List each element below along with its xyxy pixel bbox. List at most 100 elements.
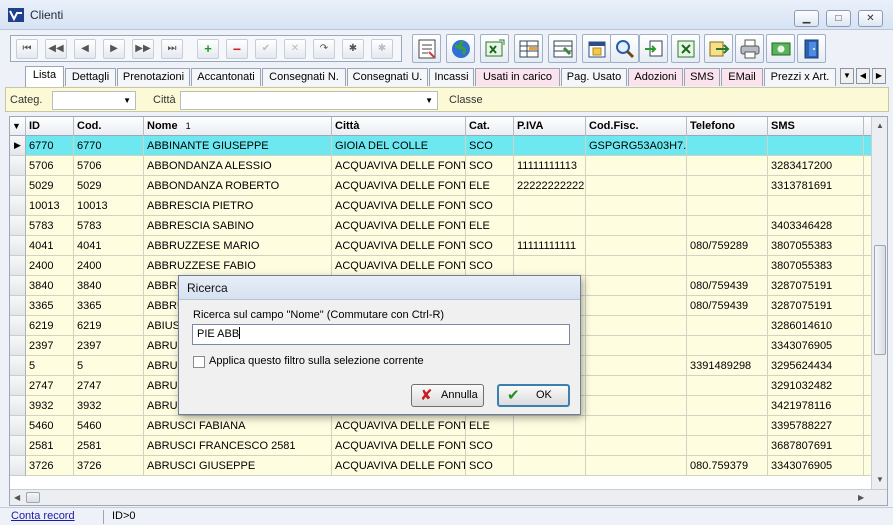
search-input[interactable]: PIE ABB bbox=[192, 324, 570, 345]
cell-telefono[interactable] bbox=[687, 316, 768, 336]
prev-page-button[interactable]: ◀◀ bbox=[45, 39, 67, 59]
cell-id[interactable]: 2581 bbox=[26, 436, 74, 456]
cell-codfisc[interactable]: GSPGRG53A03H7... bbox=[586, 136, 687, 156]
cell-codfisc[interactable] bbox=[586, 456, 687, 476]
cell-sms[interactable]: 3403346428 bbox=[768, 216, 864, 236]
cell-cat[interactable]: ELE bbox=[466, 216, 514, 236]
cell-telefono[interactable] bbox=[687, 416, 768, 436]
next-page-button[interactable]: ▶▶ bbox=[132, 39, 154, 59]
classe-field[interactable] bbox=[485, 91, 886, 110]
excel-export-button[interactable] bbox=[480, 34, 509, 63]
table-row[interactable]: 5706 5706 ABBONDANZA ALESSIO ACQUAVIVA DELL… bbox=[26, 156, 872, 176]
tab-email[interactable]: EMail bbox=[721, 68, 763, 86]
cell-citta[interactable]: ACQUAVIVA DELLE FONTI bbox=[332, 176, 466, 196]
tab-adozioni[interactable]: Adozioni bbox=[628, 68, 683, 86]
cell-id[interactable]: 5029 bbox=[26, 176, 74, 196]
cell-piva[interactable]: 11111111111 bbox=[514, 236, 586, 256]
cell-cat[interactable]: ELE bbox=[466, 176, 514, 196]
row-selector[interactable] bbox=[10, 356, 26, 376]
cell-piva[interactable] bbox=[514, 196, 586, 216]
cell-telefono[interactable] bbox=[687, 396, 768, 416]
cell-codfisc[interactable] bbox=[586, 176, 687, 196]
tab-usati-in-carico[interactable]: Usati in carico bbox=[475, 68, 560, 86]
cancel-edit-button[interactable]: ✕ bbox=[284, 39, 306, 59]
row-selector[interactable] bbox=[10, 156, 26, 176]
cell-cat[interactable]: SCO bbox=[466, 436, 514, 456]
cell-cod[interactable]: 6219 bbox=[74, 316, 144, 336]
cell-cod[interactable]: 3365 bbox=[74, 296, 144, 316]
col-codfisc[interactable]: Cod.Fisc. bbox=[586, 117, 687, 136]
cell-sms[interactable]: 3287075191 bbox=[768, 296, 864, 316]
row-selector[interactable] bbox=[10, 176, 26, 196]
ok-button[interactable]: ✔ OK bbox=[497, 384, 570, 407]
cell-telefono[interactable] bbox=[687, 256, 768, 276]
cell-cod[interactable]: 5 bbox=[74, 356, 144, 376]
print-button[interactable] bbox=[735, 34, 764, 63]
cell-sms[interactable]: 3807055383 bbox=[768, 236, 864, 256]
cell-piva[interactable] bbox=[514, 416, 586, 436]
cell-nome[interactable]: ABBRESCIA SABINO bbox=[144, 216, 332, 236]
cell-id[interactable]: 2397 bbox=[26, 336, 74, 356]
cell-nome[interactable]: ABBONDANZA ROBERTO bbox=[144, 176, 332, 196]
row-selector[interactable] bbox=[10, 316, 26, 336]
apply-filter-checkbox[interactable] bbox=[193, 356, 205, 368]
cell-cod[interactable]: 5460 bbox=[74, 416, 144, 436]
cell-sms[interactable]: 3295624434 bbox=[768, 356, 864, 376]
row-selector[interactable] bbox=[10, 456, 26, 476]
col-id[interactable]: ID bbox=[26, 117, 74, 136]
close-button[interactable]: ✕ bbox=[858, 10, 883, 27]
cell-sms[interactable]: 3421978116 bbox=[768, 396, 864, 416]
cell-telefono[interactable]: 080.759379 bbox=[687, 456, 768, 476]
cell-sms[interactable]: 3343076905 bbox=[768, 336, 864, 356]
row-selector[interactable] bbox=[10, 296, 26, 316]
row-selector[interactable] bbox=[10, 416, 26, 436]
cell-id[interactable]: 2400 bbox=[26, 256, 74, 276]
cell-codfisc[interactable] bbox=[586, 336, 687, 356]
col-piva[interactable]: P.IVA bbox=[514, 117, 586, 136]
col-cod[interactable]: Cod. bbox=[74, 117, 144, 136]
cell-id[interactable]: 3726 bbox=[26, 456, 74, 476]
cell-citta[interactable]: GIOIA DEL COLLE bbox=[332, 136, 466, 156]
cell-cod[interactable]: 2581 bbox=[74, 436, 144, 456]
cell-id[interactable]: 5783 bbox=[26, 216, 74, 236]
cell-codfisc[interactable] bbox=[586, 196, 687, 216]
cell-cat[interactable]: ELE bbox=[466, 416, 514, 436]
first-record-button[interactable]: ⏮ bbox=[16, 39, 38, 59]
apply-filter-label[interactable]: Applica questo filtro sulla selezione co… bbox=[209, 355, 424, 367]
row-selector[interactable] bbox=[10, 396, 26, 416]
cell-nome[interactable]: ABBRUZZESE MARIO bbox=[144, 236, 332, 256]
cell-piva[interactable] bbox=[514, 436, 586, 456]
cell-telefono[interactable] bbox=[687, 336, 768, 356]
cell-cat[interactable]: SCO bbox=[466, 196, 514, 216]
row-selector[interactable] bbox=[10, 376, 26, 396]
table-row[interactable]: 3726 3726 ABRUSCI GIUSEPPE ACQUAVIVA DELLE … bbox=[26, 456, 872, 476]
cell-codfisc[interactable] bbox=[586, 276, 687, 296]
tab-lista[interactable]: Lista bbox=[25, 66, 64, 87]
row-selector[interactable] bbox=[10, 236, 26, 256]
delete-record-button[interactable]: − bbox=[226, 39, 248, 59]
categ-select[interactable]: ▼ bbox=[52, 91, 136, 110]
cell-citta[interactable]: ACQUAVIVA DELLE FONTI bbox=[332, 156, 466, 176]
confirm-edit-button[interactable]: ✔ bbox=[255, 39, 277, 59]
tab-consegnati-n[interactable]: Consegnati N. bbox=[262, 68, 346, 86]
cell-cod[interactable]: 3840 bbox=[74, 276, 144, 296]
cell-cat[interactable]: SCO bbox=[466, 256, 514, 276]
cell-id[interactable]: 3840 bbox=[26, 276, 74, 296]
current-row-indicator[interactable]: ▶ bbox=[10, 136, 26, 156]
cell-nome[interactable]: ABRUSCI FABIANA bbox=[144, 416, 332, 436]
row-selector[interactable] bbox=[10, 216, 26, 236]
cell-codfisc[interactable] bbox=[586, 216, 687, 236]
cell-id[interactable]: 2747 bbox=[26, 376, 74, 396]
import-button[interactable] bbox=[639, 34, 668, 63]
export-button[interactable] bbox=[704, 34, 733, 63]
table-row[interactable]: 2581 2581 ABRUSCI FRANCESCO 2581 ACQUAVIVA … bbox=[26, 436, 872, 456]
tab-prenotazioni[interactable]: Prenotazioni bbox=[117, 68, 190, 86]
row-selector[interactable] bbox=[10, 256, 26, 276]
cell-codfisc[interactable] bbox=[586, 396, 687, 416]
cell-cod[interactable]: 5706 bbox=[74, 156, 144, 176]
cell-codfisc[interactable] bbox=[586, 356, 687, 376]
tab-list-dropdown[interactable]: ▼ bbox=[840, 68, 854, 84]
col-nome[interactable]: Nome 1 bbox=[144, 117, 332, 136]
cell-codfisc[interactable] bbox=[586, 256, 687, 276]
payments-button[interactable] bbox=[766, 34, 795, 63]
